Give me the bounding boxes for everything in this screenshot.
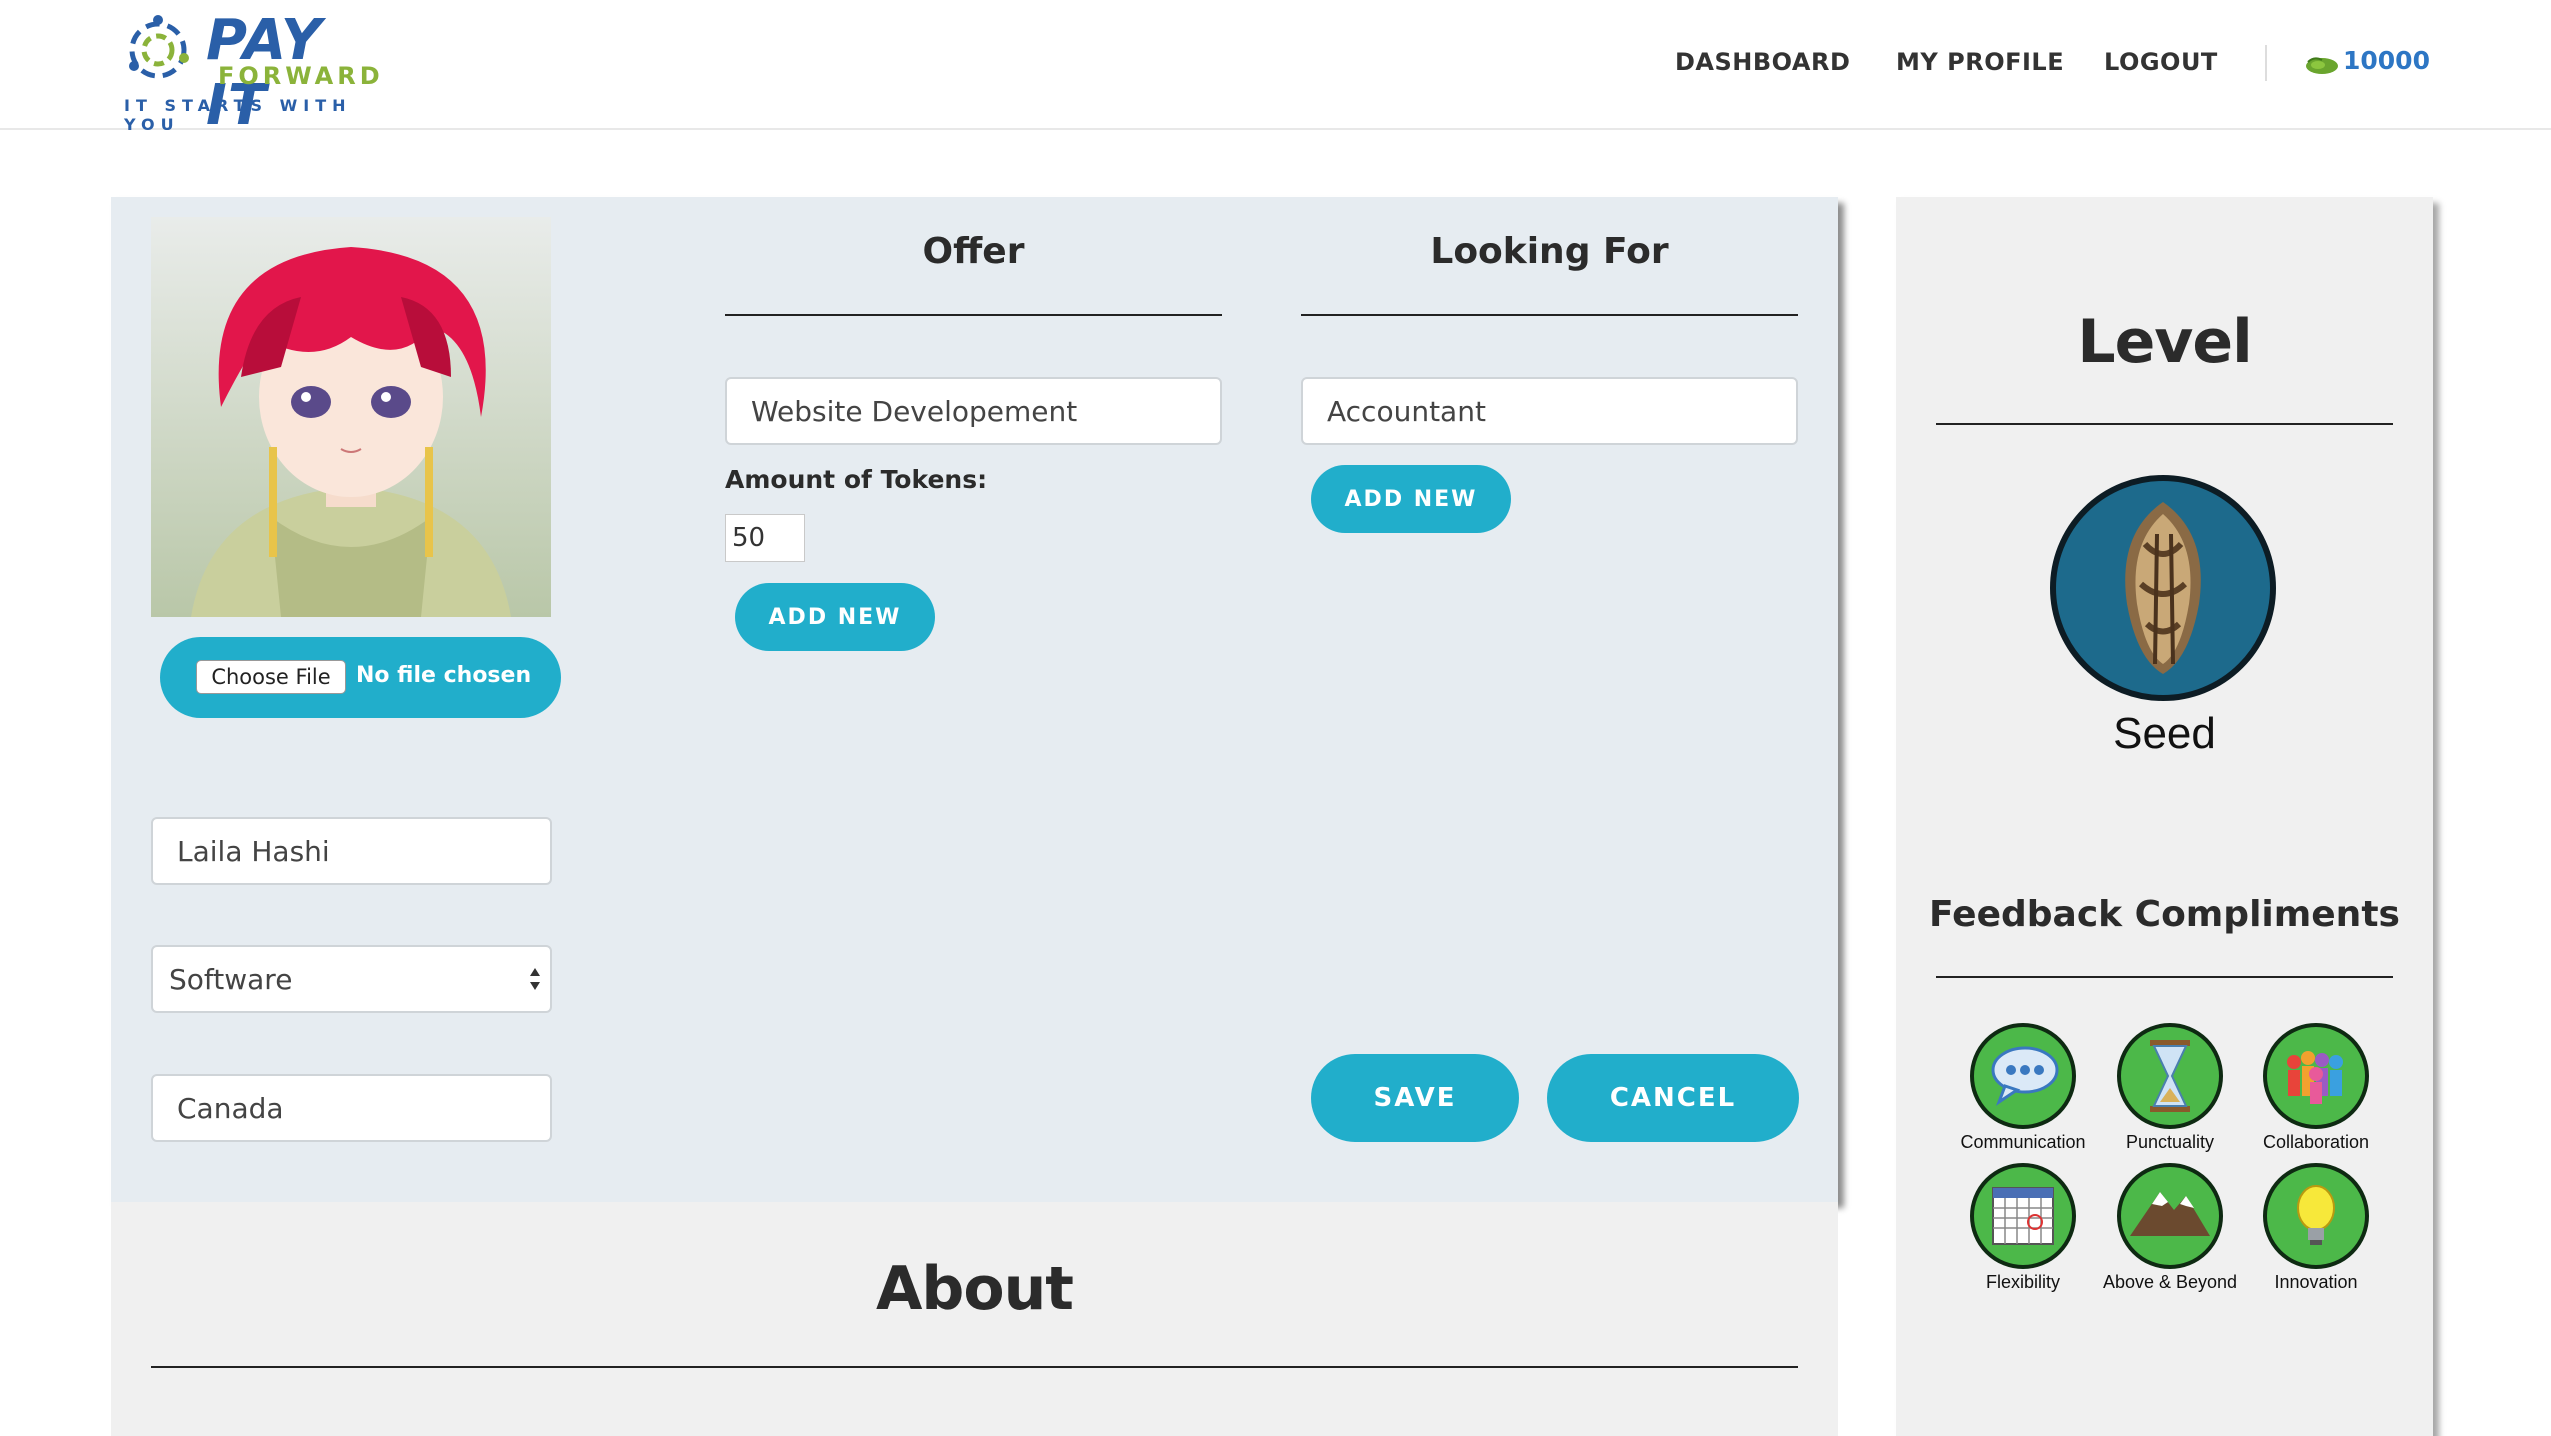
category-select[interactable]: Software [151, 945, 552, 1013]
file-upload-pill[interactable]: Choose File No file chosen [160, 637, 561, 718]
level-name: Seed [2113, 709, 2216, 758]
badge-label: Punctuality [2125, 1132, 2215, 1152]
level-title: Level [2077, 307, 2252, 377]
offer-add-new-button[interactable]: ADD NEW [735, 583, 935, 651]
tokens-input[interactable]: 50 [725, 514, 805, 562]
name-input[interactable]: Laila Hashi [151, 817, 552, 885]
mountain-icon [2117, 1163, 2223, 1269]
badge-label: Above & Beyond [2102, 1272, 2238, 1292]
about-title: About [875, 1254, 1074, 1324]
offer-skill-input[interactable]: Website Developement [725, 377, 1222, 445]
name-value: Laila Hashi [177, 834, 330, 868]
about-divider [151, 1366, 1798, 1368]
category-selected-value: Software [169, 962, 293, 996]
select-arrows-icon [530, 968, 540, 990]
looking-for-skill-value: Accountant [1327, 394, 1486, 428]
save-button[interactable]: SAVE [1311, 1054, 1519, 1142]
badge-communication[interactable]: Communication [1943, 1022, 2103, 1153]
country-value: Canada [177, 1091, 284, 1125]
logo-text-forward: FORWARD [218, 62, 384, 90]
logo-tagline: IT STARTS WITH YOU [124, 96, 352, 134]
offer-divider [725, 314, 1222, 316]
calendar-icon [1970, 1163, 2076, 1269]
tokens-value: 50 [732, 523, 766, 553]
badge-label: Communication [1960, 1132, 2086, 1152]
nav-divider [2265, 45, 2267, 81]
tokens-label: Amount of Tokens: [725, 465, 988, 494]
looking-for-title: Looking For [1430, 231, 1669, 272]
nav-logout[interactable]: LOGOUT [2104, 48, 2218, 76]
looking-for-divider [1301, 314, 1798, 316]
token-balance: 10000 [2343, 46, 2430, 75]
badge-label: Collaboration [2262, 1132, 2370, 1152]
offer-title: Offer [922, 231, 1025, 272]
choose-file-button[interactable]: Choose File [196, 660, 346, 694]
badge-punctuality[interactable]: Punctuality [2090, 1022, 2250, 1153]
badge-flexibility[interactable]: Flexibility [1943, 1162, 2103, 1293]
looking-for-skill-input[interactable]: Accountant [1301, 377, 1798, 445]
seed-icon [2050, 475, 2276, 701]
nav-my-profile[interactable]: MY PROFILE [1896, 48, 2064, 76]
file-status: No file chosen [356, 663, 532, 688]
logo-swirl-icon [129, 15, 189, 79]
offer-skill-value: Website Developement [751, 394, 1078, 428]
lightbulb-icon [2263, 1163, 2369, 1269]
seed-pod-icon [2306, 57, 2338, 74]
hourglass-icon [2117, 1023, 2223, 1129]
avatar-image [151, 217, 551, 617]
level-divider [1936, 423, 2393, 425]
badge-collaboration[interactable]: Collaboration [2236, 1022, 2396, 1153]
feedback-divider [1936, 976, 2393, 978]
feedback-title: Feedback Compliments [1929, 894, 2400, 935]
looking-for-add-new-button[interactable]: ADD NEW [1311, 465, 1511, 533]
people-group-icon [2263, 1023, 2369, 1129]
nav-dashboard[interactable]: DASHBOARD [1675, 48, 1850, 76]
top-header: PAY IT FORWARD IT STARTS WITH YOU DASHBO… [0, 0, 2551, 138]
profile-avatar [151, 217, 551, 617]
pay-it-forward-logo[interactable]: PAY IT FORWARD IT STARTS WITH YOU [118, 8, 388, 138]
badge-innovation[interactable]: Innovation [2236, 1162, 2396, 1293]
cancel-button[interactable]: CANCEL [1547, 1054, 1799, 1142]
about-section: About [111, 1202, 1838, 1436]
speech-bubble-icon [1970, 1023, 2076, 1129]
level-sidebar: Level Seed Feedback Compliments Communic… [1896, 197, 2433, 1436]
badge-label: Innovation [2274, 1272, 2358, 1292]
profile-edit-card: Choose File No file chosen Laila Hashi S… [111, 197, 1838, 1202]
country-input[interactable]: Canada [151, 1074, 552, 1142]
badge-above-and-beyond[interactable]: Above & Beyond [2090, 1162, 2250, 1293]
badge-label: Flexibility [1985, 1272, 2060, 1292]
